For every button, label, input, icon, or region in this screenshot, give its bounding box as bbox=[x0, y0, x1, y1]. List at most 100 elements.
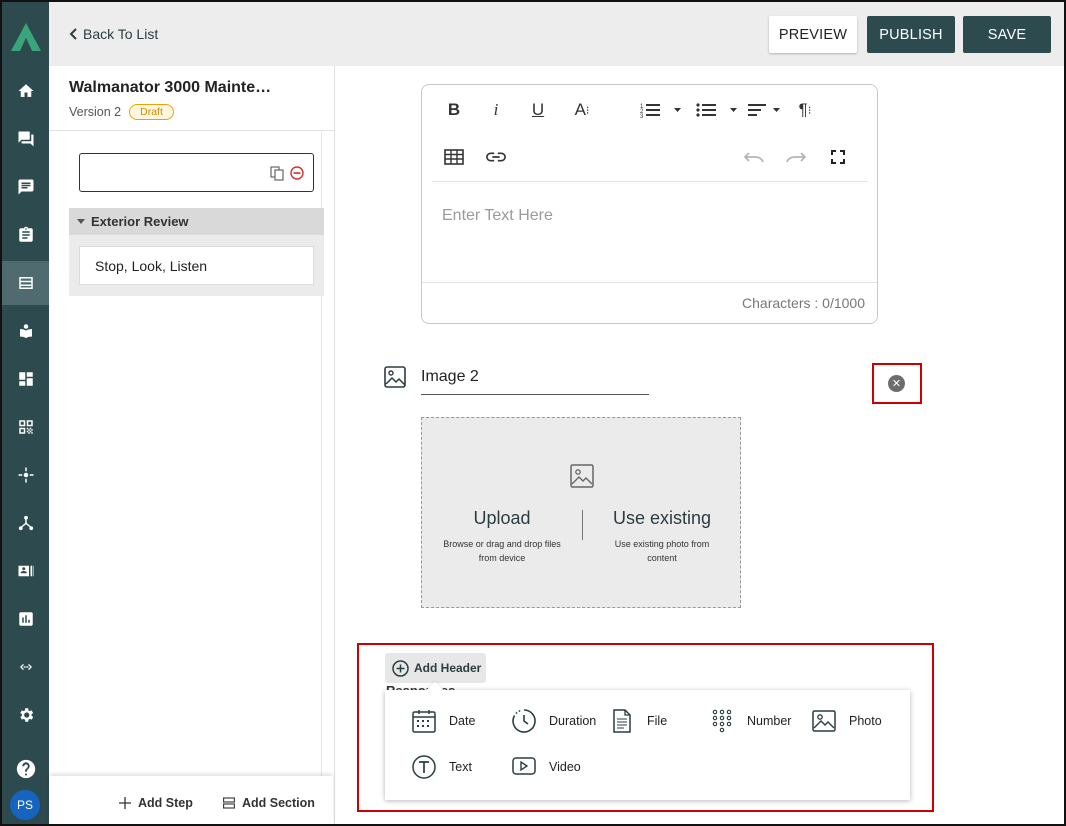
menu-item-text[interactable]: Text bbox=[411, 754, 472, 780]
add-step-label: Add Step bbox=[138, 796, 193, 810]
message-icon[interactable] bbox=[2, 165, 49, 209]
step-name-input[interactable] bbox=[79, 153, 314, 192]
toolbar-divider bbox=[432, 181, 868, 182]
paragraph-button[interactable]: ¶ ⁝ bbox=[794, 100, 816, 120]
status-badge: Draft bbox=[129, 104, 174, 120]
remove-image-button[interactable]: ✕ bbox=[888, 375, 905, 392]
photo-icon bbox=[812, 710, 836, 732]
undo-icon bbox=[744, 152, 764, 163]
avatar[interactable]: PS bbox=[10, 790, 40, 820]
checklist-icon[interactable] bbox=[2, 261, 49, 305]
fullscreen-button[interactable] bbox=[828, 147, 848, 167]
version-label: Version 2 bbox=[69, 105, 122, 119]
footer-divider bbox=[422, 282, 877, 283]
menu-item-photo[interactable]: Photo bbox=[811, 708, 882, 734]
add-section-button[interactable]: Add Section bbox=[223, 796, 315, 810]
table-button[interactable] bbox=[444, 147, 464, 167]
calendar-icon bbox=[412, 710, 436, 733]
align-icon bbox=[748, 104, 780, 116]
menu-item-label: Duration bbox=[549, 714, 597, 728]
step-editor: B i U A ⁝ 123 ¶ ⁝ Enter Text Here Charac… bbox=[336, 66, 1064, 824]
publish-button[interactable]: PUBLISH bbox=[867, 16, 955, 53]
copy-icon[interactable] bbox=[270, 166, 284, 181]
qr-code-icon[interactable] bbox=[2, 405, 49, 449]
redo-button[interactable] bbox=[786, 147, 806, 167]
unordered-list-button[interactable] bbox=[696, 100, 738, 120]
svg-text:3: 3 bbox=[640, 114, 644, 119]
section-header[interactable]: Exterior Review bbox=[69, 208, 324, 235]
highlight-box: ✕ bbox=[872, 363, 922, 404]
preview-button[interactable]: PREVIEW bbox=[769, 16, 857, 53]
use-existing-option[interactable]: Use existing Use existing photo from con… bbox=[602, 508, 722, 565]
menu-item-duration[interactable]: Duration bbox=[511, 708, 596, 734]
menu-item-number[interactable]: Number bbox=[709, 708, 791, 734]
document-title: Walmanator 3000 Mainte… bbox=[69, 79, 272, 96]
underline-button[interactable]: U bbox=[528, 100, 548, 120]
menu-item-label: Text bbox=[449, 760, 472, 774]
option-divider bbox=[582, 510, 583, 540]
settings-icon[interactable] bbox=[2, 693, 49, 737]
remove-icon[interactable] bbox=[290, 166, 304, 180]
menu-item-file[interactable]: File bbox=[609, 708, 667, 734]
chat-icon[interactable] bbox=[2, 117, 49, 161]
upload-description: Browse or drag and drop files from devic… bbox=[443, 539, 561, 563]
panel-actions: Add Step Add Section bbox=[49, 776, 333, 824]
unordered-list-icon bbox=[696, 103, 737, 117]
app-logo-icon[interactable] bbox=[10, 22, 42, 52]
image-title-input[interactable]: Image 2 bbox=[421, 368, 649, 395]
dashboard-icon[interactable] bbox=[2, 357, 49, 401]
section-group: Exterior Review Stop, Look, Listen bbox=[69, 208, 324, 296]
fullscreen-icon bbox=[831, 150, 845, 164]
step-item[interactable]: Stop, Look, Listen bbox=[79, 246, 314, 285]
undo-button[interactable] bbox=[744, 147, 764, 167]
add-header-label: Add Header bbox=[414, 661, 482, 675]
help-icon[interactable] bbox=[2, 747, 49, 791]
rich-text-editor: B i U A ⁝ 123 ¶ ⁝ Enter Text Here Charac… bbox=[421, 84, 878, 324]
save-button[interactable]: SAVE bbox=[963, 16, 1051, 53]
editor-text-area[interactable]: Enter Text Here bbox=[442, 207, 553, 225]
id-card-icon[interactable] bbox=[2, 549, 49, 593]
ordered-list-button[interactable]: 123 bbox=[640, 100, 682, 120]
clipboard-icon[interactable] bbox=[2, 213, 49, 257]
menu-item-label: Video bbox=[549, 760, 581, 774]
image-icon bbox=[384, 366, 406, 388]
link-icon bbox=[486, 152, 506, 162]
italic-button[interactable]: i bbox=[486, 100, 506, 120]
link-button[interactable] bbox=[486, 147, 506, 167]
icon-rail: PS bbox=[2, 2, 49, 824]
align-button[interactable] bbox=[748, 100, 782, 120]
upload-option[interactable]: Upload Browse or drag and drop files fro… bbox=[442, 508, 562, 565]
bold-button[interactable]: B bbox=[444, 100, 464, 120]
menu-item-label: File bbox=[647, 714, 668, 728]
menu-item-label: Date bbox=[449, 714, 476, 728]
hub-icon[interactable] bbox=[2, 453, 49, 497]
back-to-list-link[interactable]: Back To List bbox=[69, 26, 158, 42]
menu-item-label: Photo bbox=[849, 714, 882, 728]
plus-icon bbox=[119, 797, 131, 809]
picture-icon bbox=[570, 464, 594, 488]
add-content-highlight: Responses Add Header Date Duration File … bbox=[357, 643, 934, 812]
text-icon bbox=[412, 755, 436, 779]
caret-down-icon bbox=[77, 219, 85, 224]
video-icon bbox=[512, 757, 536, 775]
home-icon[interactable] bbox=[2, 69, 49, 113]
section-list-icon bbox=[223, 797, 235, 809]
menu-item-date[interactable]: Date bbox=[411, 708, 475, 734]
image-dropzone[interactable]: Upload Browse or drag and drop files fro… bbox=[421, 417, 741, 608]
add-header-button[interactable]: Add Header bbox=[385, 653, 486, 683]
chart-icon[interactable] bbox=[2, 597, 49, 641]
menu-item-video[interactable]: Video bbox=[511, 754, 581, 780]
use-existing-heading: Use existing bbox=[612, 508, 712, 528]
upload-heading: Upload bbox=[473, 508, 531, 528]
font-size-button[interactable]: A ⁝ bbox=[570, 100, 594, 120]
keypad-icon bbox=[712, 709, 732, 733]
clock-icon bbox=[512, 709, 536, 733]
tree-icon[interactable] bbox=[2, 501, 49, 545]
character-count: Characters : 0/1000 bbox=[742, 295, 865, 311]
add-step-button[interactable]: Add Step bbox=[119, 796, 193, 810]
add-section-label: Add Section bbox=[242, 796, 315, 810]
code-icon[interactable] bbox=[2, 645, 49, 689]
section-title: Exterior Review bbox=[91, 214, 189, 229]
book-icon[interactable] bbox=[2, 309, 49, 353]
response-type-menu: Date Duration File Number Photo Text Vid… bbox=[385, 690, 910, 800]
